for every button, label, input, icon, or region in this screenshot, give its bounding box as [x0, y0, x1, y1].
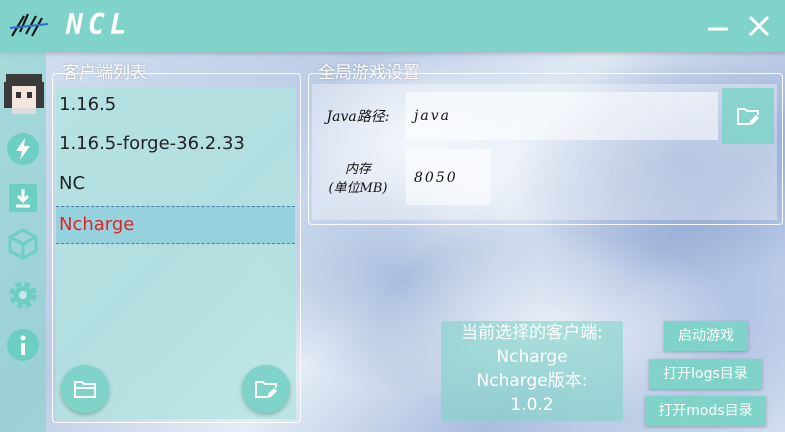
memory-label-line2: (单位MB): [328, 181, 388, 196]
global-settings-title: 全局游戏设置: [318, 63, 420, 83]
close-icon[interactable]: [745, 12, 773, 40]
download-icon[interactable]: [6, 181, 40, 215]
list-item[interactable]: 1.16.5: [56, 87, 295, 123]
java-path-browse-button[interactable]: [722, 88, 774, 144]
java-path-value: java: [414, 108, 451, 124]
memory-value: 8050: [414, 170, 458, 186]
list-item-selected[interactable]: Ncharge: [56, 206, 295, 244]
client-version-value: 1.0.2: [510, 395, 554, 415]
minimize-icon[interactable]: [704, 12, 732, 40]
app-logo-icon: [10, 13, 49, 37]
open-logs-button[interactable]: 打开logs目录: [649, 359, 762, 389]
current-client-info: 当前选择的客户端: Ncharge Ncharge版本: 1.0.2: [441, 321, 623, 421]
title-bar[interactable]: NCL: [0, 0, 785, 52]
list-item[interactable]: 1.16.5-forge-36.2.33: [56, 126, 295, 162]
client-list-title: 客户端列表: [62, 63, 147, 83]
list-item[interactable]: NC: [56, 166, 295, 202]
folder-edit-icon: [255, 381, 277, 398]
launcher-window: NCL 客户端列表 1.16.5 1.16.5-forge-36.2.33 NC…: [0, 0, 785, 432]
current-client-name: Ncharge: [496, 347, 568, 367]
lightning-icon[interactable]: [6, 132, 40, 166]
java-path-input[interactable]: [406, 92, 718, 140]
java-path-label: Java路径:: [326, 109, 390, 125]
memory-label-line1: 内存: [344, 162, 371, 177]
info-icon[interactable]: [6, 328, 40, 362]
app-title: NCL: [66, 8, 132, 41]
edit-folder-button[interactable]: [242, 365, 290, 413]
gear-icon[interactable]: [6, 278, 40, 312]
open-folder-button[interactable]: [61, 365, 109, 413]
box-icon[interactable]: [6, 227, 40, 261]
launch-game-button[interactable]: 启动游戏: [664, 321, 748, 351]
open-mods-button[interactable]: 打开mods目录: [645, 396, 766, 426]
client-version-label: Ncharge版本:: [476, 371, 588, 391]
folder-icon: [74, 381, 96, 398]
current-client-label: 当前选择的客户端:: [461, 323, 603, 343]
folder-edit-icon: [737, 108, 759, 125]
avatar[interactable]: [2, 72, 46, 116]
